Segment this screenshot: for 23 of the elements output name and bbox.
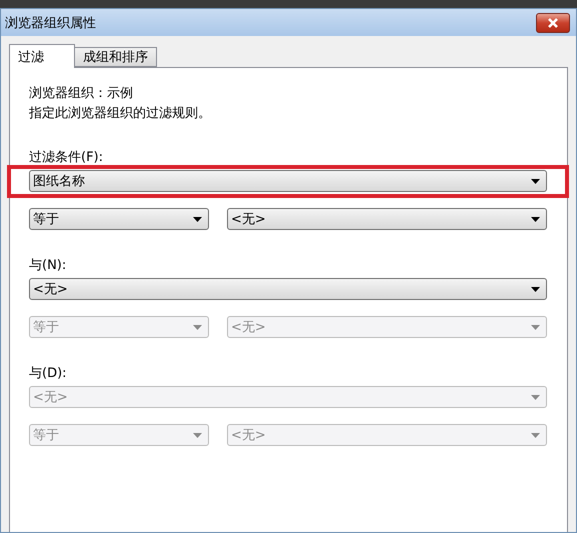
dropdown-field[interactable]: 图纸名称 xyxy=(29,170,547,192)
field-label: 过滤条件(F): xyxy=(29,149,104,166)
dropdown-field[interactable]: <无> xyxy=(227,208,547,230)
dropdown-arrow-icon xyxy=(531,178,540,184)
tab[interactable]: 成组和排序 xyxy=(74,47,157,67)
dropdown-arrow-icon xyxy=(193,324,202,330)
dropdown-arrow-icon xyxy=(193,432,202,438)
dropdown-arrow-icon xyxy=(193,216,202,222)
dropdown-field[interactable]: <无> xyxy=(29,278,547,300)
description-text: 指定此浏览器组织的过滤规则。 xyxy=(29,105,212,123)
field-label: 与(D): xyxy=(29,365,68,382)
tab[interactable]: 过滤 xyxy=(9,44,75,68)
dropdown-field[interactable]: 等于 xyxy=(29,208,209,230)
description-text: 浏览器组织：示例 xyxy=(29,85,134,103)
close-button[interactable] xyxy=(536,12,570,32)
dropdown-arrow-icon xyxy=(531,216,540,222)
dropdown-arrow-icon xyxy=(531,286,540,292)
window-title: 浏览器组织属性 xyxy=(5,14,96,32)
dropdown-arrow-icon xyxy=(531,432,540,438)
field-label: 与(N): xyxy=(29,257,68,274)
dropdown-arrow-icon xyxy=(531,324,540,330)
dropdown-arrow-icon xyxy=(531,394,540,400)
close-icon xyxy=(548,18,558,28)
